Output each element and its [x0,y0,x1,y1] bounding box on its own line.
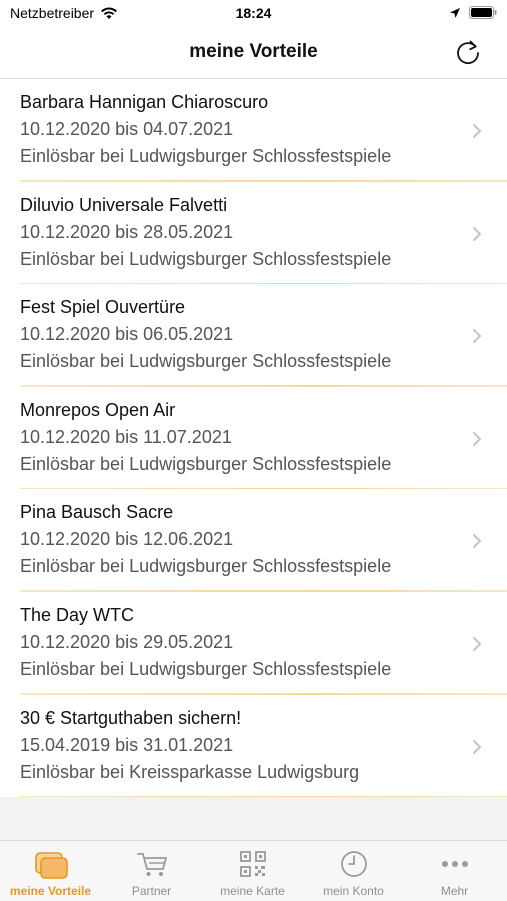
item-dates: 10.12.2020 bis 12.06.2021 [20,529,234,550]
item-text: Barbara Hannigan Chiaroscuro 10.12.2020 … [20,89,391,170]
item-dates: 10.12.2020 bis 28.05.2021 [20,221,234,242]
list-item[interactable]: Monrepos Open Air 10.12.2020 bis 11.07.2… [0,386,507,490]
chevron-right-icon [473,534,481,549]
item-dates: 10.12.2020 bis 11.07.2021 [20,426,232,447]
more-dots-icon [441,861,468,867]
tab-icon-wrap [404,849,505,879]
item-redeem: Einlösbar bei Ludwigsburger Schlossfests… [20,248,392,269]
tab-label: Partner [131,884,172,898]
benefits-list: Barbara Hannigan Chiaroscuro 10.12.2020 … [0,79,507,798]
item-dates: 10.12.2020 bis 06.05.2021 [20,324,234,345]
separator [20,795,507,798]
status-right [449,6,497,19]
list-item[interactable]: Pina Bausch Sacre 10.12.2020 bis 12.06.2… [0,489,507,592]
tab-bar: meine Vorteile Partner meine Karte mein … [0,840,507,901]
list-item[interactable]: The Day WTC 10.12.2020 bis 29.05.2021 Ei… [0,591,507,695]
item-title: Diluvio Universale Falvetti [20,194,228,215]
item-title: Pina Bausch Sacre [20,502,174,523]
battery-icon [469,6,497,19]
location-arrow-icon [450,7,460,18]
item-redeem: Einlösbar bei Ludwigsburger Schlossfests… [20,351,392,372]
tab-mein-konto[interactable]: mein Konto [303,841,404,901]
chevron-right-icon [473,226,481,241]
list-item[interactable]: Diluvio Universale Falvetti 10.12.2020 b… [0,181,507,285]
clock-icon [340,851,367,877]
item-redeem: Einlösbar bei Ludwigsburger Schlossfests… [20,556,392,577]
tab-icon-wrap [0,849,101,879]
item-title: Barbara Hannigan Chiaroscuro [20,92,269,112]
chevron-right-icon [473,329,481,344]
list-item[interactable]: Barbara Hannigan Chiaroscuro 10.12.2020 … [0,79,507,182]
item-text: Diluvio Universale Falvetti 10.12.2020 b… [20,192,391,273]
item-dates: 10.12.2020 bis 29.05.2021 [20,631,234,652]
item-text: 30 € Startguthaben sichern! 15.04.2019 b… [20,705,359,786]
tab-meine-karte[interactable]: meine Karte [202,841,303,901]
item-text: Fest Spiel Ouvertüre 10.12.2020 bis 06.0… [20,294,391,375]
chevron-right-icon [473,124,481,138]
tab-label: Mehr [440,884,469,898]
item-text: The Day WTC 10.12.2020 bis 29.05.2021 Ei… [20,602,391,683]
tab-label: meine Vorteile [9,884,92,898]
list-item[interactable]: 30 € Startguthaben sichern! 15.04.2019 b… [0,694,507,798]
chevron-right-icon [473,739,481,754]
item-redeem: Einlösbar bei Ludwigsburger Schlossfests… [20,658,392,679]
list-item[interactable]: Fest Spiel Ouvertüre 10.12.2020 bis 06.0… [0,284,507,387]
chevron-right-icon [473,636,481,651]
item-title: 30 € Startguthaben sichern! [20,707,242,728]
item-title: Monrepos Open Air [20,399,176,420]
item-title: The Day WTC [20,604,135,625]
page-title: meine Vorteile [189,41,318,62]
tab-icon-wrap [101,849,202,879]
item-redeem: Einlösbar bei Ludwigsburger Schlossfests… [20,453,392,474]
qr-code-icon [239,851,266,877]
tab-partner[interactable]: Partner [101,841,202,901]
item-text: Pina Bausch Sacre 10.12.2020 bis 12.06.2… [20,499,391,580]
tab-mehr[interactable]: Mehr [404,841,505,901]
tab-label: meine Karte [220,884,285,898]
tab-icon-wrap [303,849,404,879]
chevron-right-icon [473,431,481,446]
item-text: Monrepos Open Air 10.12.2020 bis 11.07.2… [20,397,391,478]
tab-meine-vorteile[interactable]: meine Vorteile [0,841,101,901]
cards-icon [34,852,68,879]
item-dates: 10.12.2020 bis 04.07.2021 [20,119,234,139]
tab-icon-wrap [202,849,303,879]
item-title: Fest Spiel Ouvertüre [20,297,186,318]
refresh-icon[interactable] [453,37,483,67]
navigation-bar: meine Vorteile [0,28,507,79]
item-dates: 15.04.2019 bis 31.01.2021 [20,734,234,755]
status-bar: Netzbetreiber 18:24 [0,0,507,28]
cart-icon [136,853,167,876]
tab-label: mein Konto [323,884,384,898]
status-time: 18:24 [235,5,272,21]
item-redeem: Einlösbar bei Kreissparkasse Ludwigsburg [20,761,360,782]
item-redeem: Einlösbar bei Ludwigsburger Schlossfests… [20,146,392,166]
